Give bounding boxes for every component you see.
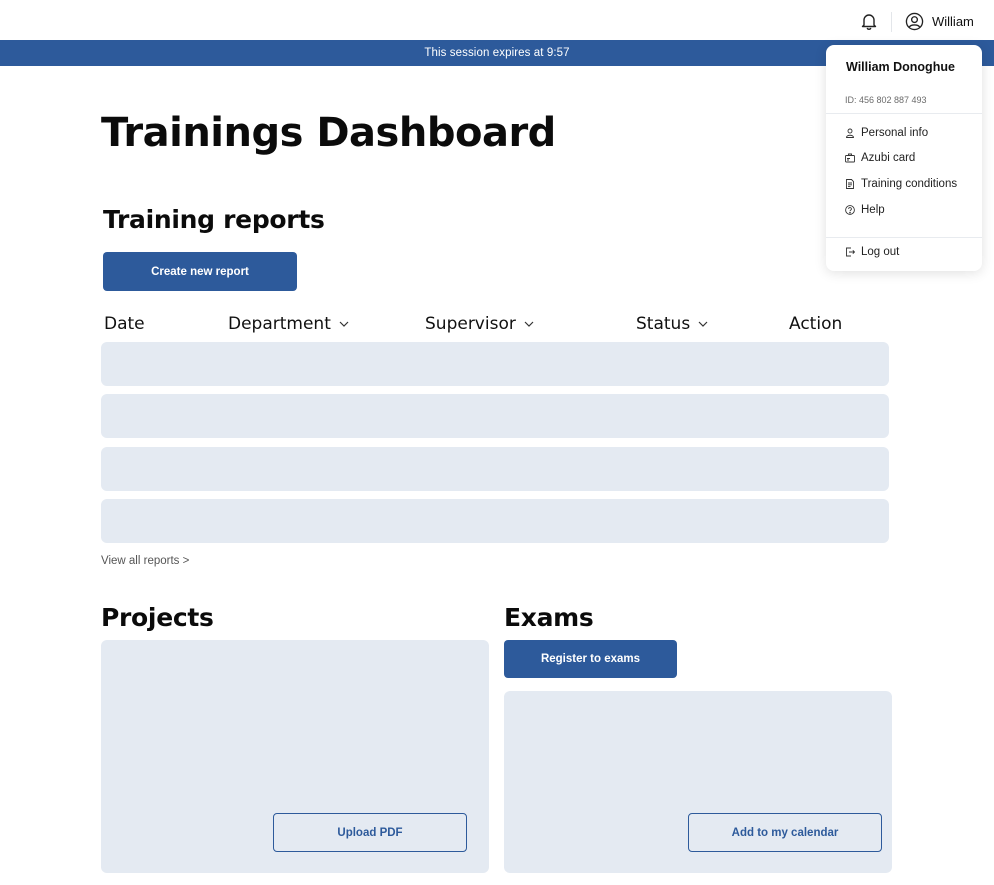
menu-divider [826, 113, 982, 114]
user-id: ID: 456 802 887 493 [845, 95, 927, 105]
menu-item-training-conditions[interactable]: Training conditions [845, 178, 957, 190]
user-menu-button[interactable]: William [905, 11, 974, 31]
training-reports-title: Training reports [103, 205, 325, 234]
create-report-button[interactable]: Create new report [103, 252, 297, 291]
menu-item-azubi-card[interactable]: Azubi card [845, 152, 915, 164]
menu-divider [826, 237, 982, 238]
topbar-divider [891, 12, 892, 32]
table-row[interactable] [101, 394, 889, 438]
column-header-action: Action [789, 314, 843, 334]
register-exams-button[interactable]: Register to exams [504, 640, 677, 678]
bell-icon[interactable] [861, 12, 877, 30]
menu-item-personal-info[interactable]: Personal info [845, 127, 928, 139]
chevron-down-icon [698, 321, 708, 327]
table-row[interactable] [101, 342, 889, 386]
column-header-status[interactable]: Status [636, 314, 708, 334]
projects-title: Projects [101, 603, 214, 632]
person-icon [846, 128, 854, 138]
column-header-department[interactable]: Department [228, 314, 349, 334]
column-header-date: Date [104, 314, 145, 334]
chevron-down-icon [524, 321, 534, 327]
page-title: Trainings Dashboard [101, 110, 556, 156]
user-circle-icon [905, 12, 924, 30]
document-icon [846, 179, 854, 189]
view-all-reports-link[interactable]: View all reports > [101, 555, 189, 567]
session-text: This session expires at 9:57 [424, 47, 570, 59]
logout-icon [846, 247, 855, 257]
table-row[interactable] [101, 499, 889, 543]
user-full-name: William Donoghue [846, 60, 955, 74]
card-icon [845, 153, 855, 163]
upload-pdf-button[interactable]: Upload PDF [273, 813, 467, 852]
table-row[interactable] [101, 447, 889, 491]
menu-item-help[interactable]: Help [845, 204, 885, 216]
exams-title: Exams [504, 603, 594, 632]
add-to-calendar-button[interactable]: Add to my calendar [688, 813, 882, 852]
user-dropdown-menu: William Donoghue ID: 456 802 887 493 Per… [826, 45, 982, 271]
help-icon [845, 205, 855, 215]
menu-item-log-out[interactable]: Log out [845, 246, 899, 258]
chevron-down-icon [339, 321, 349, 327]
column-header-supervisor[interactable]: Supervisor [425, 314, 534, 334]
user-name: William [932, 13, 974, 29]
top-bar: William [0, 0, 994, 40]
